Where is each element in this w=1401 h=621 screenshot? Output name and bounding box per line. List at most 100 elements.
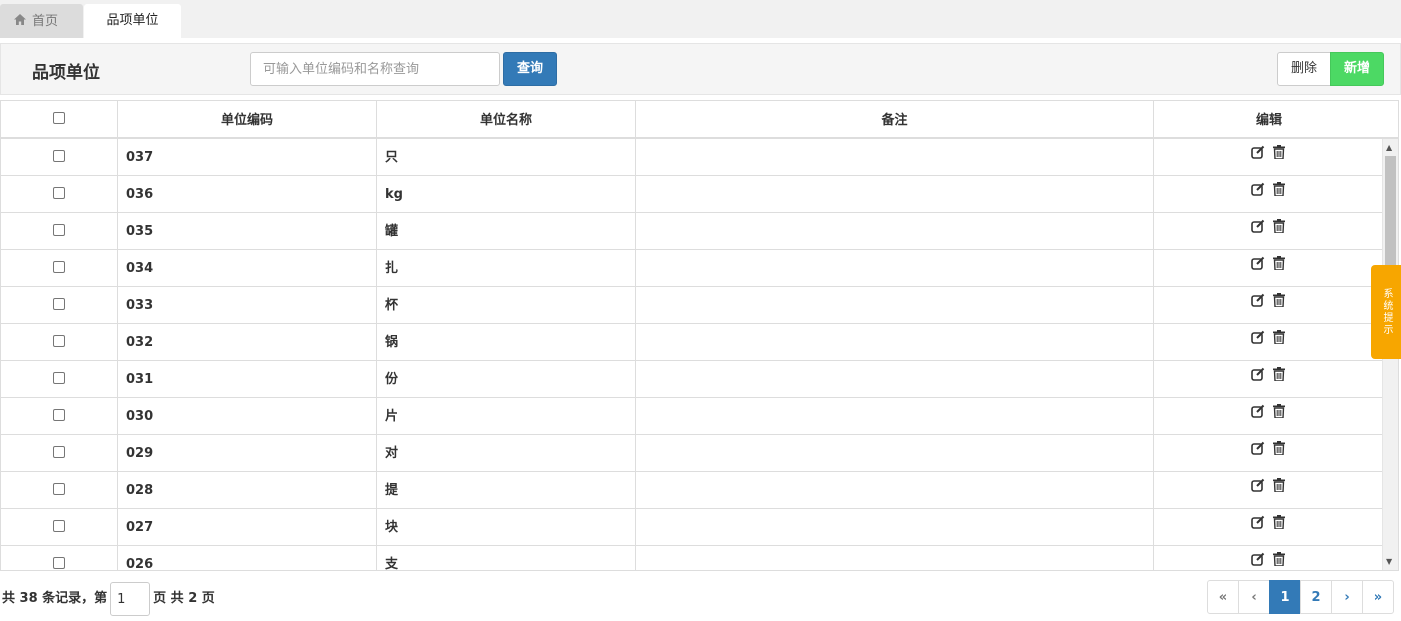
trash-icon[interactable] (1273, 211, 1285, 248)
header-select-all (1, 101, 118, 137)
row-checkbox[interactable] (53, 372, 65, 384)
cell-note (636, 546, 1154, 570)
cell-name: 片 (377, 398, 636, 435)
edit-icon[interactable] (1251, 139, 1265, 174)
row-checkbox[interactable] (53, 520, 65, 532)
edit-icon[interactable] (1251, 433, 1265, 470)
trash-icon[interactable] (1273, 359, 1285, 396)
select-all-checkbox[interactable] (53, 111, 65, 124)
edit-icon[interactable] (1251, 211, 1265, 248)
cell-code: 027 (118, 509, 377, 546)
cell-code: 034 (118, 250, 377, 287)
cell-note (636, 324, 1154, 361)
edit-icon[interactable] (1251, 174, 1265, 211)
row-checkbox[interactable] (53, 446, 65, 458)
row-select-cell (1, 250, 118, 287)
trash-icon[interactable] (1273, 544, 1285, 570)
cell-actions (1154, 509, 1382, 546)
header-code: 单位编码 (118, 101, 377, 137)
cell-name: kg (377, 176, 636, 213)
cell-actions (1154, 361, 1382, 398)
edit-icon[interactable] (1251, 322, 1265, 359)
header-edit: 编辑 (1255, 113, 1282, 128)
tab-home[interactable]: 首页 (0, 4, 83, 38)
tab-item-unit[interactable]: 品项单位 (84, 4, 181, 38)
page-button-2[interactable]: 2 (1300, 580, 1332, 614)
trash-icon[interactable] (1273, 322, 1285, 359)
row-select-cell (1, 435, 118, 472)
row-checkbox[interactable] (53, 483, 65, 495)
edit-icon[interactable] (1251, 248, 1265, 285)
row-checkbox[interactable] (53, 557, 65, 569)
system-tip-tab[interactable]: 系统提示 (1371, 265, 1401, 359)
delete-button[interactable]: 删除 (1277, 52, 1331, 86)
last-page-button[interactable]: » (1362, 580, 1394, 614)
scroll-thumb[interactable] (1385, 156, 1396, 276)
cell-code: 026 (118, 546, 377, 570)
header-note: 备注 (636, 101, 1154, 137)
scroll-up-icon[interactable]: ▲ (1386, 143, 1392, 152)
search-input[interactable] (250, 52, 500, 86)
cell-code: 028 (118, 472, 377, 509)
query-button[interactable]: 查询 (503, 52, 557, 86)
cell-code: 033 (118, 287, 377, 324)
row-checkbox[interactable] (53, 409, 65, 421)
cell-code: 035 (118, 213, 377, 250)
row-select-cell (1, 398, 118, 435)
row-select-cell (1, 472, 118, 509)
row-checkbox[interactable] (53, 298, 65, 310)
page-button-1[interactable]: 1 (1269, 580, 1301, 614)
pagination: « ‹ 1 2 › » (1207, 580, 1394, 614)
trash-icon[interactable] (1273, 139, 1285, 174)
trash-icon[interactable] (1273, 433, 1285, 470)
cell-name: 杯 (377, 287, 636, 324)
trash-icon[interactable] (1273, 507, 1285, 544)
row-checkbox[interactable] (53, 335, 65, 347)
row-checkbox[interactable] (53, 261, 65, 273)
cell-actions (1154, 435, 1382, 472)
cell-actions (1154, 472, 1382, 509)
row-select-cell (1, 361, 118, 398)
record-summary-prefix: 共 38 条记录，第 (2, 591, 108, 606)
scroll-down-icon[interactable]: ▼ (1386, 557, 1392, 566)
row-select-cell (1, 324, 118, 361)
cell-name: 扎 (377, 250, 636, 287)
trash-icon[interactable] (1273, 174, 1285, 211)
row-checkbox[interactable] (53, 150, 65, 162)
cell-name: 提 (377, 472, 636, 509)
first-page-button[interactable]: « (1207, 580, 1239, 614)
cell-code: 030 (118, 398, 377, 435)
row-select-cell (1, 509, 118, 546)
cell-actions (1154, 176, 1382, 213)
cell-code: 029 (118, 435, 377, 472)
row-select-cell (1, 546, 118, 570)
cell-code: 032 (118, 324, 377, 361)
home-icon (14, 4, 26, 38)
table-row: 031 份 (1, 361, 1382, 398)
next-page-button[interactable]: › (1331, 580, 1363, 614)
add-button[interactable]: 新增 (1330, 52, 1384, 86)
cell-note (636, 287, 1154, 324)
trash-icon[interactable] (1273, 248, 1285, 285)
table-row: 033 杯 (1, 287, 1382, 324)
row-select-cell (1, 176, 118, 213)
edit-icon[interactable] (1251, 544, 1265, 570)
trash-icon[interactable] (1273, 396, 1285, 433)
row-checkbox[interactable] (53, 187, 65, 199)
edit-icon[interactable] (1251, 396, 1265, 433)
toolbar: 品项单位 查询 删除 新增 (0, 43, 1401, 95)
edit-icon[interactable] (1251, 285, 1265, 322)
trash-icon[interactable] (1273, 285, 1285, 322)
edit-icon[interactable] (1251, 359, 1265, 396)
row-checkbox[interactable] (53, 224, 65, 236)
table-row: 030 片 (1, 398, 1382, 435)
table-row: 037 只 (1, 139, 1382, 176)
cell-note (636, 176, 1154, 213)
page-number-input[interactable]: 1 (110, 582, 151, 616)
cell-code: 037 (118, 139, 377, 176)
prev-page-button[interactable]: ‹ (1238, 580, 1270, 614)
trash-icon[interactable] (1273, 470, 1285, 507)
table-row: 036 kg (1, 176, 1382, 213)
edit-icon[interactable] (1251, 470, 1265, 507)
edit-icon[interactable] (1251, 507, 1265, 544)
